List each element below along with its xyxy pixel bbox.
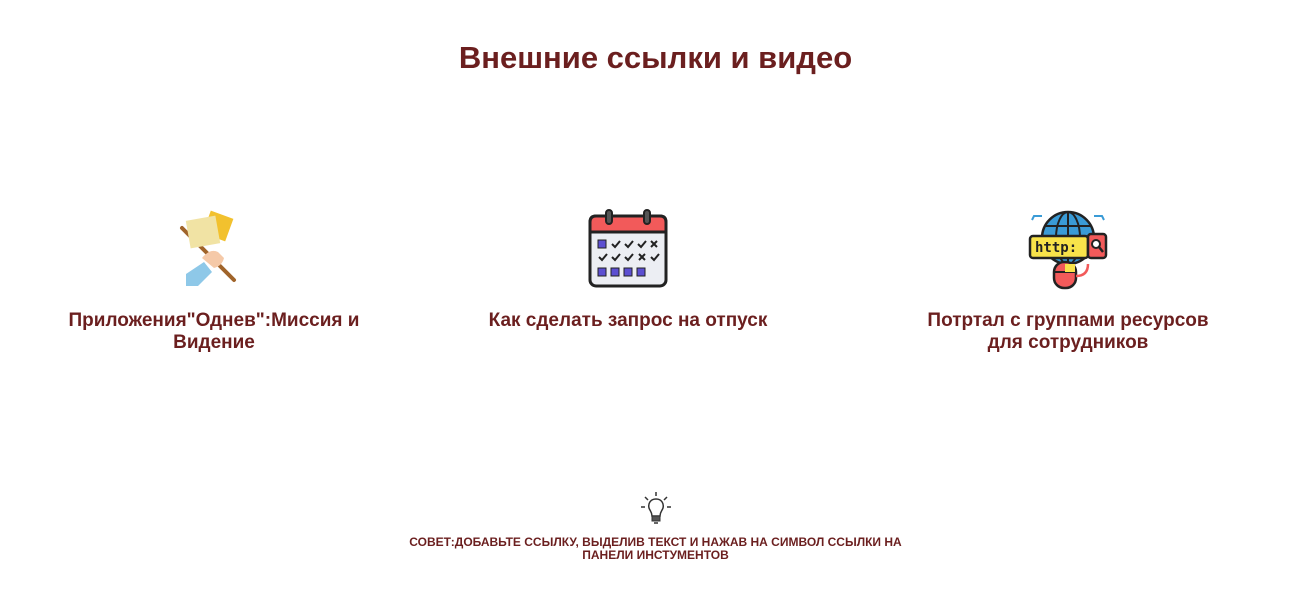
calendar-icon (586, 208, 670, 292)
globe-http-icon: http: (1026, 208, 1110, 292)
link-card-resource-portal[interactable]: http: Потртал с группами ресурсов для со… (888, 208, 1248, 354)
flag-hand-icon (172, 208, 256, 292)
lightbulb-icon (640, 492, 671, 524)
link-label[interactable]: Потртал с группами ресурсов для сотрудни… (888, 310, 1248, 354)
tip-text: СОВЕТ:ДОБАВЬТЕ ССЫЛКУ, ВЫДЕЛИВ ТЕКСТ И Н… (409, 535, 902, 562)
link-card-mission-vision[interactable]: Приложения"Однев":Миссия и Видение (34, 208, 394, 354)
svg-text:http:: http: (1035, 240, 1077, 256)
link-card-vacation-request[interactable]: Как сделать запрос на отпуск (448, 208, 808, 332)
link-label[interactable]: Приложения"Однев":Миссия и Видение (34, 310, 394, 354)
page-title: Внешние ссылки и видео (458, 40, 853, 75)
link-label[interactable]: Как сделать запрос на отпуск (448, 310, 808, 332)
tip-section: СОВЕТ:ДОБАВЬТЕ ССЫЛКУ, ВЫДЕЛИВ ТЕКСТ И Н… (0, 492, 1311, 562)
